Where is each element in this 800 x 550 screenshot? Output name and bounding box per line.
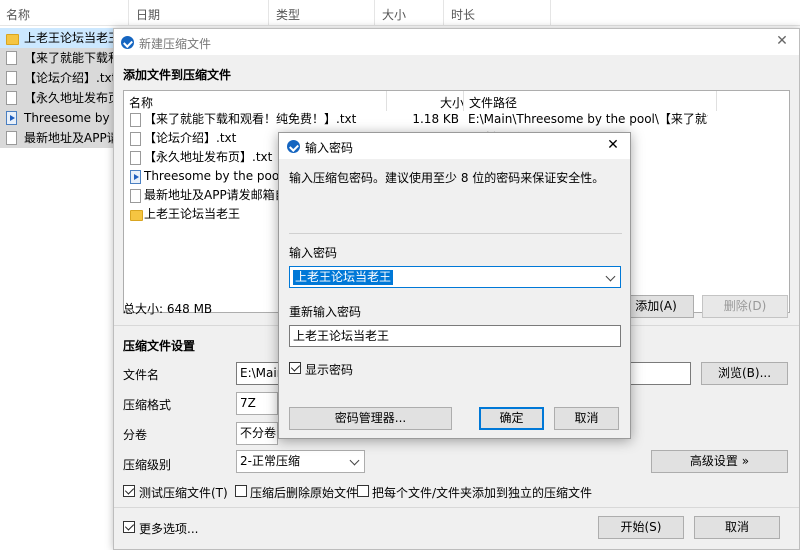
level-value: 2-正常压缩 xyxy=(240,454,300,468)
password-input[interactable]: 上老王论坛当老王 xyxy=(289,266,621,288)
split-value: 不分卷 xyxy=(240,426,277,440)
column-size[interactable]: 大小 xyxy=(382,6,406,23)
explorer-row-label: 最新地址及APP请发 xyxy=(24,131,116,145)
explorer-row[interactable]: 【论坛介绍】.txt xyxy=(0,68,116,88)
file-icon xyxy=(130,113,141,127)
confirm-password-input[interactable]: 上老王论坛当老王 xyxy=(289,325,621,347)
explorer-row[interactable]: Threesome by the xyxy=(0,108,116,128)
file-name: 【永久地址发布页】.txt xyxy=(144,150,273,164)
file-list-row[interactable]: 【来了就能下载和观看！纯免费！】.txt 1.18 KB E:\Main\Thr… xyxy=(124,110,789,129)
app-logo-icon xyxy=(287,140,300,153)
format-value: 7Z xyxy=(240,396,256,410)
password-label: 输入密码 xyxy=(289,246,338,260)
column-date[interactable]: 日期 xyxy=(136,6,160,23)
column-type[interactable]: 类型 xyxy=(276,6,300,23)
file-name: 【论坛介绍】.txt xyxy=(144,131,237,145)
explorer-row[interactable]: 【永久地址发布页】 xyxy=(0,88,116,108)
format-select[interactable]: 7Z xyxy=(236,392,278,415)
settings-section-title: 压缩文件设置 xyxy=(123,339,196,353)
window-title: 新建压缩文件 xyxy=(139,37,212,51)
explorer-column-header: 名称 日期 类型 大小 时长 xyxy=(0,0,800,26)
close-icon[interactable]: ✕ xyxy=(604,136,622,154)
explorer-row-label: 【永久地址发布页】 xyxy=(24,91,116,105)
file-icon xyxy=(130,132,141,146)
dialog-cancel-button[interactable]: 取消 xyxy=(554,407,619,430)
advanced-settings-button[interactable]: 高级设置 » xyxy=(651,450,788,473)
delete-after-checkbox[interactable] xyxy=(235,485,247,497)
window-titlebar: 新建压缩文件 ✕ xyxy=(114,29,799,55)
total-size-label: 总大小: 648 MB xyxy=(123,302,213,316)
close-icon[interactable]: ✕ xyxy=(773,32,791,50)
file-icon xyxy=(6,51,17,65)
dialog-title: 输入密码 xyxy=(305,141,354,155)
format-label: 压缩格式 xyxy=(123,398,172,412)
show-password-label[interactable]: 显示密码 xyxy=(305,361,353,378)
separate-archives-checkbox[interactable] xyxy=(357,485,369,497)
file-name: 上老王论坛当老王 xyxy=(144,207,241,221)
test-archive-label[interactable]: 测试压缩文件(T) xyxy=(139,484,228,501)
header-size[interactable]: 大小 xyxy=(440,94,464,111)
explorer-row-label: Threesome by the xyxy=(24,111,116,125)
file-name: 【来了就能下载和观看！纯免费！】.txt xyxy=(144,112,357,126)
delete-after-label[interactable]: 压缩后删除原始文件 xyxy=(250,484,358,501)
show-password-checkbox[interactable] xyxy=(289,362,301,374)
file-icon xyxy=(6,131,17,145)
split-select[interactable]: 不分卷 xyxy=(236,422,278,445)
folder-icon xyxy=(130,210,143,221)
file-list-header: 名称 大小 文件路径 xyxy=(124,91,789,111)
explorer-row-label: 【来了就能下载和观 xyxy=(24,51,116,65)
file-path: E:\Main\Threesome by the pool\【来了就能下载... xyxy=(468,112,708,126)
explorer-row[interactable]: 最新地址及APP请发 xyxy=(0,128,116,148)
video-file-icon xyxy=(6,111,17,125)
video-file-icon xyxy=(130,170,141,184)
test-archive-checkbox[interactable] xyxy=(123,485,135,497)
column-duration[interactable]: 时长 xyxy=(451,6,475,23)
explorer-row-label: 上老王论坛当老王 xyxy=(24,31,116,45)
confirm-password-label: 重新输入密码 xyxy=(289,305,362,319)
folder-icon xyxy=(6,34,19,45)
column-name[interactable]: 名称 xyxy=(6,6,30,23)
filename-label: 文件名 xyxy=(123,368,160,382)
password-dialog: 输入密码 ✕ 输入压缩包密码。建议使用至少 8 位的密码来保证安全性。 输入密码… xyxy=(278,132,631,439)
cancel-button[interactable]: 取消 xyxy=(694,516,780,539)
file-icon xyxy=(130,151,141,165)
start-button[interactable]: 开始(S) xyxy=(598,516,684,539)
split-label: 分卷 xyxy=(123,428,148,442)
chevron-down-icon[interactable] xyxy=(605,271,616,282)
level-select[interactable]: 2-正常压缩 xyxy=(236,450,365,473)
ok-button[interactable]: 确定 xyxy=(479,407,544,430)
dialog-titlebar: 输入密码 ✕ xyxy=(279,133,630,159)
header-name[interactable]: 名称 xyxy=(129,94,153,111)
header-path[interactable]: 文件路径 xyxy=(469,94,517,111)
file-icon xyxy=(6,71,17,85)
explorer-row[interactable]: 【来了就能下载和观 xyxy=(0,48,116,68)
level-label: 压缩级别 xyxy=(123,458,172,472)
delete-button[interactable]: 删除(D) xyxy=(702,295,788,318)
file-icon xyxy=(6,91,17,105)
file-size: 1.18 KB xyxy=(412,112,459,126)
password-value: 上老王论坛当老王 xyxy=(293,270,394,285)
more-options-label[interactable]: 更多选项... xyxy=(139,520,198,537)
file-icon xyxy=(130,189,141,203)
app-logo-icon xyxy=(121,36,134,49)
chevron-down-icon xyxy=(349,455,360,466)
explorer-row[interactable]: 上老王论坛当老王 xyxy=(0,28,116,48)
more-options-checkbox[interactable] xyxy=(123,521,135,533)
password-manager-button[interactable]: 密码管理器... xyxy=(289,407,452,430)
add-files-section-title: 添加文件到压缩文件 xyxy=(123,68,232,82)
explorer-row-label: 【论坛介绍】.txt xyxy=(24,71,116,85)
password-hint: 输入压缩包密码。建议使用至少 8 位的密码来保证安全性。 xyxy=(289,171,605,185)
separate-archives-label[interactable]: 把每个文件/文件夹添加到独立的压缩文件 xyxy=(372,484,592,501)
browse-button[interactable]: 浏览(B)... xyxy=(701,362,788,385)
